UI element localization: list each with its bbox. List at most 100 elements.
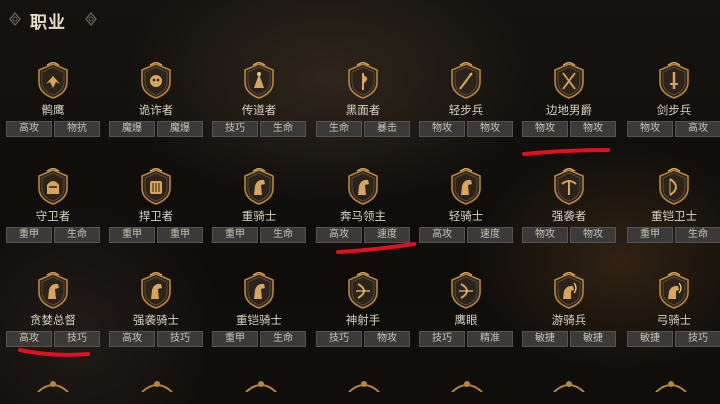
red-underline-mark <box>336 242 416 254</box>
class-name: 边地男爵 <box>546 103 592 117</box>
class-name: 重铠卫士 <box>651 209 697 223</box>
class-tags: 物攻 高攻 <box>627 121 720 137</box>
class-card[interactable]: 边地男爵物攻 物攻 <box>521 62 617 154</box>
class-tags: 敏捷 敏捷 <box>522 331 616 347</box>
class-name: 贪婪总督 <box>30 313 76 327</box>
attribute-tag: 技巧 <box>212 121 258 137</box>
attribute-tag: 生命 <box>260 227 306 243</box>
attribute-tag: 魔爆 <box>157 121 203 137</box>
class-tags: 生命 暴击 <box>316 121 410 137</box>
attribute-tag: 技巧 <box>157 331 203 347</box>
class-card[interactable]: 强袭骑士 高攻 技巧 <box>108 272 204 364</box>
mask-crest-icon <box>141 62 171 99</box>
class-card[interactable]: 剑步兵物攻 高攻 <box>626 62 720 154</box>
class-card[interactable]: 游骑兵 敏捷 敏捷 <box>521 272 617 364</box>
class-tags: 高攻 物抗 <box>6 121 100 137</box>
class-card[interactable]: 重铠卫士重甲 生命 <box>626 168 720 260</box>
class-card[interactable]: 轻步兵物攻 物攻 <box>418 62 514 154</box>
class-card[interactable]: 神射手 技巧 物攻 <box>315 272 411 364</box>
class-name: 捍卫者 <box>138 209 174 223</box>
class-name: 强袭骑士 <box>133 313 179 327</box>
crest-icon <box>553 381 585 392</box>
class-card[interactable]: 鹘鹰高攻 物抗 <box>5 62 101 154</box>
class-card[interactable]: 鹰眼 技巧 精准 <box>418 272 514 364</box>
class-name: 轻骑士 <box>448 209 484 223</box>
horse-crest-icon <box>38 272 68 309</box>
attribute-tag: 生命 <box>260 331 306 347</box>
crest-icon <box>37 381 69 392</box>
class-name: 奔马领主 <box>340 209 386 223</box>
class-card[interactable]: 重骑士重甲 生命 <box>211 168 307 260</box>
attribute-tag: 技巧 <box>316 331 362 347</box>
class-name: 重铠骑士 <box>236 313 282 327</box>
horse-crest-icon <box>244 168 274 205</box>
archer-crest-icon <box>451 272 481 309</box>
class-name: 传道者 <box>241 103 277 117</box>
class-card[interactable]: 捍卫者 重甲 重甲 <box>108 168 204 260</box>
crossed-spears-crest-icon <box>554 62 584 99</box>
class-tags: 技巧 精准 <box>419 331 513 347</box>
helmet-crest-icon <box>38 168 68 205</box>
horse-crest-icon <box>244 272 274 309</box>
attribute-tag: 技巧 <box>419 331 465 347</box>
attribute-tag: 物攻 <box>570 227 616 243</box>
attribute-tag: 物攻 <box>522 121 568 137</box>
attribute-tag: 生命 <box>260 121 306 137</box>
attribute-tag: 生命 <box>316 121 362 137</box>
class-tags: 重甲 生命 <box>212 331 306 347</box>
class-card[interactable]: 重铠骑士重甲 生命 <box>211 272 307 364</box>
class-card[interactable]: 轻骑士高攻 速度 <box>418 168 514 260</box>
class-name: 鹘鹰 <box>41 103 65 117</box>
attribute-tag: 精准 <box>467 331 513 347</box>
attribute-tag: 物攻 <box>522 227 568 243</box>
class-card[interactable]: 诡诈者 魔爆 魔爆 <box>108 62 204 154</box>
crest-icon <box>451 381 483 392</box>
class-tags: 重甲 生命 <box>212 227 306 243</box>
class-tags: 物攻 物攻 <box>522 121 616 137</box>
class-tags: 技巧 生命 <box>212 121 306 137</box>
attribute-tag: 物攻 <box>627 121 673 137</box>
crest-icon <box>141 381 173 392</box>
class-name: 轻步兵 <box>448 103 484 117</box>
attribute-tag: 高攻 <box>419 227 465 243</box>
horse-crest-icon <box>451 168 481 205</box>
attribute-tag: 高攻 <box>675 121 720 137</box>
horse-crest-icon <box>141 272 171 309</box>
crest-icon <box>348 381 380 392</box>
class-tags: 技巧 物攻 <box>316 331 410 347</box>
class-tags: 敏捷 技巧 <box>627 331 720 347</box>
class-tags: 物攻 物攻 <box>419 121 513 137</box>
archer-crest-icon <box>348 272 378 309</box>
class-name: 弓骑士 <box>656 313 692 327</box>
attribute-tag: 敏捷 <box>522 331 568 347</box>
spear-crest-icon <box>451 62 481 99</box>
class-card[interactable]: 守卫者 重甲 生命 <box>5 168 101 260</box>
class-card[interactable]: 黑面者生命 暴击 <box>315 62 411 154</box>
class-tags: 魔爆 魔爆 <box>109 121 203 137</box>
class-name: 重骑士 <box>241 209 277 223</box>
attribute-tag: 物攻 <box>364 331 410 347</box>
attribute-tag: 物攻 <box>467 121 513 137</box>
attribute-tag: 重甲 <box>627 227 673 243</box>
class-tags: 高攻 技巧 <box>6 331 100 347</box>
class-name: 剑步兵 <box>656 103 692 117</box>
horse-crest-icon <box>348 168 378 205</box>
great-helm-crest-icon <box>141 168 171 205</box>
crossbow-crest-icon <box>554 168 584 205</box>
attribute-tag: 物攻 <box>419 121 465 137</box>
class-tags: 重甲 生命 <box>627 227 720 243</box>
class-card[interactable]: 传道者技巧 生命 <box>211 62 307 154</box>
bow-crest-icon <box>659 168 689 205</box>
attribute-tag: 高攻 <box>6 121 52 137</box>
class-tags: 重甲 重甲 <box>109 227 203 243</box>
class-name: 黑面者 <box>345 103 381 117</box>
preacher-crest-icon <box>244 62 274 99</box>
attribute-tag: 敏捷 <box>570 331 616 347</box>
horse-archer-crest-icon <box>554 272 584 309</box>
class-card[interactable]: 弓骑士 敏捷 技巧 <box>626 272 720 364</box>
class-card[interactable]: 强袭者物攻 物攻 <box>521 168 617 260</box>
class-tags: 高攻 速度 <box>419 227 513 243</box>
class-grid: 鹘鹰 高攻 物抗 诡诈者 魔爆 魔爆 传道者 技巧 生命 黑面者 生命 暴击 轻步兵 物攻 物攻 边地男爵 物攻… <box>0 0 720 404</box>
class-name: 强袭者 <box>551 209 587 223</box>
horse-archer-crest-icon <box>659 272 689 309</box>
